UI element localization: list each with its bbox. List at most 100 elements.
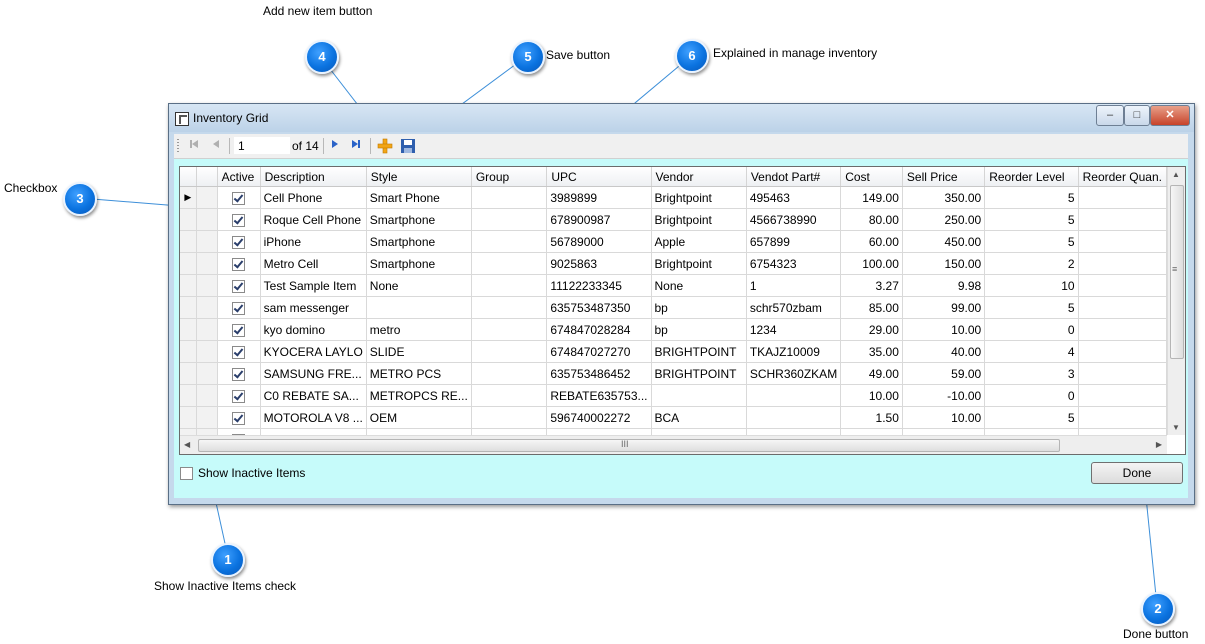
row-header[interactable]: [180, 340, 197, 363]
active-checkbox[interactable]: [232, 389, 246, 403]
table-cell[interactable]: METRO PCS: [366, 362, 472, 385]
active-checkbox[interactable]: [232, 345, 246, 359]
table-cell[interactable]: REBATE635753...: [546, 384, 652, 407]
table-cell[interactable]: 80.00: [840, 208, 903, 231]
active-cell[interactable]: [217, 340, 261, 363]
table-row[interactable]: C0 REBATE SA... METROPCS RE... REBATE63575…: [180, 384, 1167, 407]
row-header[interactable]: [180, 362, 197, 385]
show-inactive-checkbox[interactable]: [180, 467, 193, 481]
table-row[interactable]: MOTOROLA V8 ... OEM 596740002272 BCA 1.50 10.…: [180, 406, 1167, 429]
table-cell[interactable]: 149.00: [840, 186, 903, 209]
table-cell[interactable]: 1: [746, 274, 842, 297]
table-cell[interactable]: [1078, 230, 1167, 253]
table-row[interactable]: KYOCERA LAYLO SLIDE 674847027270 BRIGHTPOIN…: [180, 340, 1167, 363]
table-cell[interactable]: 674847028284: [546, 318, 652, 341]
table-cell[interactable]: 5: [984, 406, 1079, 429]
last-page-icon[interactable]: [348, 138, 364, 154]
add-item-icon[interactable]: [377, 138, 393, 154]
table-cell[interactable]: [1078, 384, 1167, 407]
column-header-vendor-part[interactable]: Vendot Part#: [746, 167, 842, 187]
column-header-vendor[interactable]: Vendor: [651, 167, 747, 187]
table-cell[interactable]: BRIGHTPOINT: [651, 340, 747, 363]
table-cell[interactable]: 3: [984, 362, 1079, 385]
table-cell[interactable]: 635753486452: [546, 362, 652, 385]
table-cell[interactable]: 4566738990: [746, 208, 842, 231]
scroll-left-icon[interactable]: ◀: [184, 440, 190, 449]
page-number-input[interactable]: [234, 137, 290, 154]
active-checkbox[interactable]: [232, 279, 246, 293]
table-cell[interactable]: 635753487350: [546, 296, 652, 319]
active-cell[interactable]: [217, 186, 261, 209]
table-cell[interactable]: -10.00: [902, 384, 986, 407]
table-cell[interactable]: 40.00: [902, 340, 986, 363]
table-cell[interactable]: [1078, 406, 1167, 429]
table-cell[interactable]: SLIDE: [366, 340, 472, 363]
table-cell[interactable]: 250.00: [902, 208, 986, 231]
table-cell[interactable]: 6754323: [746, 252, 842, 275]
table-cell[interactable]: 1.50: [840, 406, 903, 429]
table-cell[interactable]: [1078, 362, 1167, 385]
close-button[interactable]: ✕: [1150, 105, 1190, 126]
table-cell[interactable]: 657899: [746, 230, 842, 253]
table-cell[interactable]: 11122233345: [546, 274, 652, 297]
table-row[interactable]: iPhone Smartphone 56789000 Apple 657899 60.00…: [180, 230, 1167, 253]
table-cell[interactable]: [1078, 296, 1167, 319]
table-cell[interactable]: 5: [984, 186, 1079, 209]
table-cell[interactable]: sam messenger: [260, 296, 367, 319]
table-cell[interactable]: SAMSUNG FRE...: [260, 362, 367, 385]
table-cell[interactable]: Brightpoint: [651, 186, 747, 209]
table-cell[interactable]: 35.00: [840, 340, 903, 363]
table-cell[interactable]: Smartphone: [366, 230, 472, 253]
table-cell[interactable]: 100.00: [840, 252, 903, 275]
active-checkbox[interactable]: [232, 323, 246, 337]
table-cell[interactable]: [746, 406, 842, 429]
table-cell[interactable]: [471, 384, 548, 407]
table-cell[interactable]: [471, 318, 548, 341]
active-checkbox[interactable]: [232, 257, 246, 271]
table-cell[interactable]: 2: [984, 252, 1079, 275]
table-cell[interactable]: 29.00: [840, 318, 903, 341]
table-cell[interactable]: 5: [984, 296, 1079, 319]
table-cell[interactable]: 10.00: [902, 318, 986, 341]
save-icon[interactable]: [400, 138, 416, 154]
active-checkbox[interactable]: [232, 411, 246, 425]
title-bar[interactable]: Inventory Grid – □ ✕: [169, 104, 1194, 132]
column-header-upc[interactable]: UPC: [546, 167, 652, 187]
table-cell[interactable]: schr570zbam: [746, 296, 842, 319]
table-cell[interactable]: 59.00: [902, 362, 986, 385]
active-cell[interactable]: [217, 230, 261, 253]
table-cell[interactable]: [1078, 186, 1167, 209]
table-cell[interactable]: 150.00: [902, 252, 986, 275]
table-cell[interactable]: 495463: [746, 186, 842, 209]
row-header[interactable]: [180, 296, 197, 319]
active-cell[interactable]: [217, 274, 261, 297]
column-header-active[interactable]: Active: [217, 167, 261, 187]
active-checkbox[interactable]: [232, 191, 246, 205]
next-page-icon[interactable]: [327, 138, 343, 154]
table-cell[interactable]: None: [651, 274, 747, 297]
scroll-up-icon[interactable]: ▲: [1172, 170, 1180, 179]
table-cell[interactable]: 0: [984, 384, 1079, 407]
table-cell[interactable]: [471, 362, 548, 385]
active-cell[interactable]: [217, 406, 261, 429]
row-header[interactable]: [180, 384, 197, 407]
table-cell[interactable]: None: [366, 274, 472, 297]
scroll-down-icon[interactable]: ▼: [1172, 423, 1180, 432]
table-cell[interactable]: [1078, 208, 1167, 231]
row-header[interactable]: [180, 252, 197, 275]
minimize-button[interactable]: –: [1096, 105, 1124, 126]
table-cell[interactable]: BCA: [651, 406, 747, 429]
prev-page-icon[interactable]: [208, 138, 224, 154]
table-cell[interactable]: [471, 406, 548, 429]
table-cell[interactable]: [471, 230, 548, 253]
table-cell[interactable]: Smartphone: [366, 252, 472, 275]
table-cell[interactable]: 10.00: [902, 406, 986, 429]
done-button[interactable]: Done: [1091, 462, 1183, 484]
horizontal-scroll-thumb[interactable]: III: [198, 439, 1060, 452]
table-cell[interactable]: kyo domino: [260, 318, 367, 341]
table-cell[interactable]: 9.98: [902, 274, 986, 297]
table-cell[interactable]: 674847027270: [546, 340, 652, 363]
row-header[interactable]: ▶: [180, 186, 197, 209]
table-cell[interactable]: [471, 274, 548, 297]
table-cell[interactable]: 49.00: [840, 362, 903, 385]
